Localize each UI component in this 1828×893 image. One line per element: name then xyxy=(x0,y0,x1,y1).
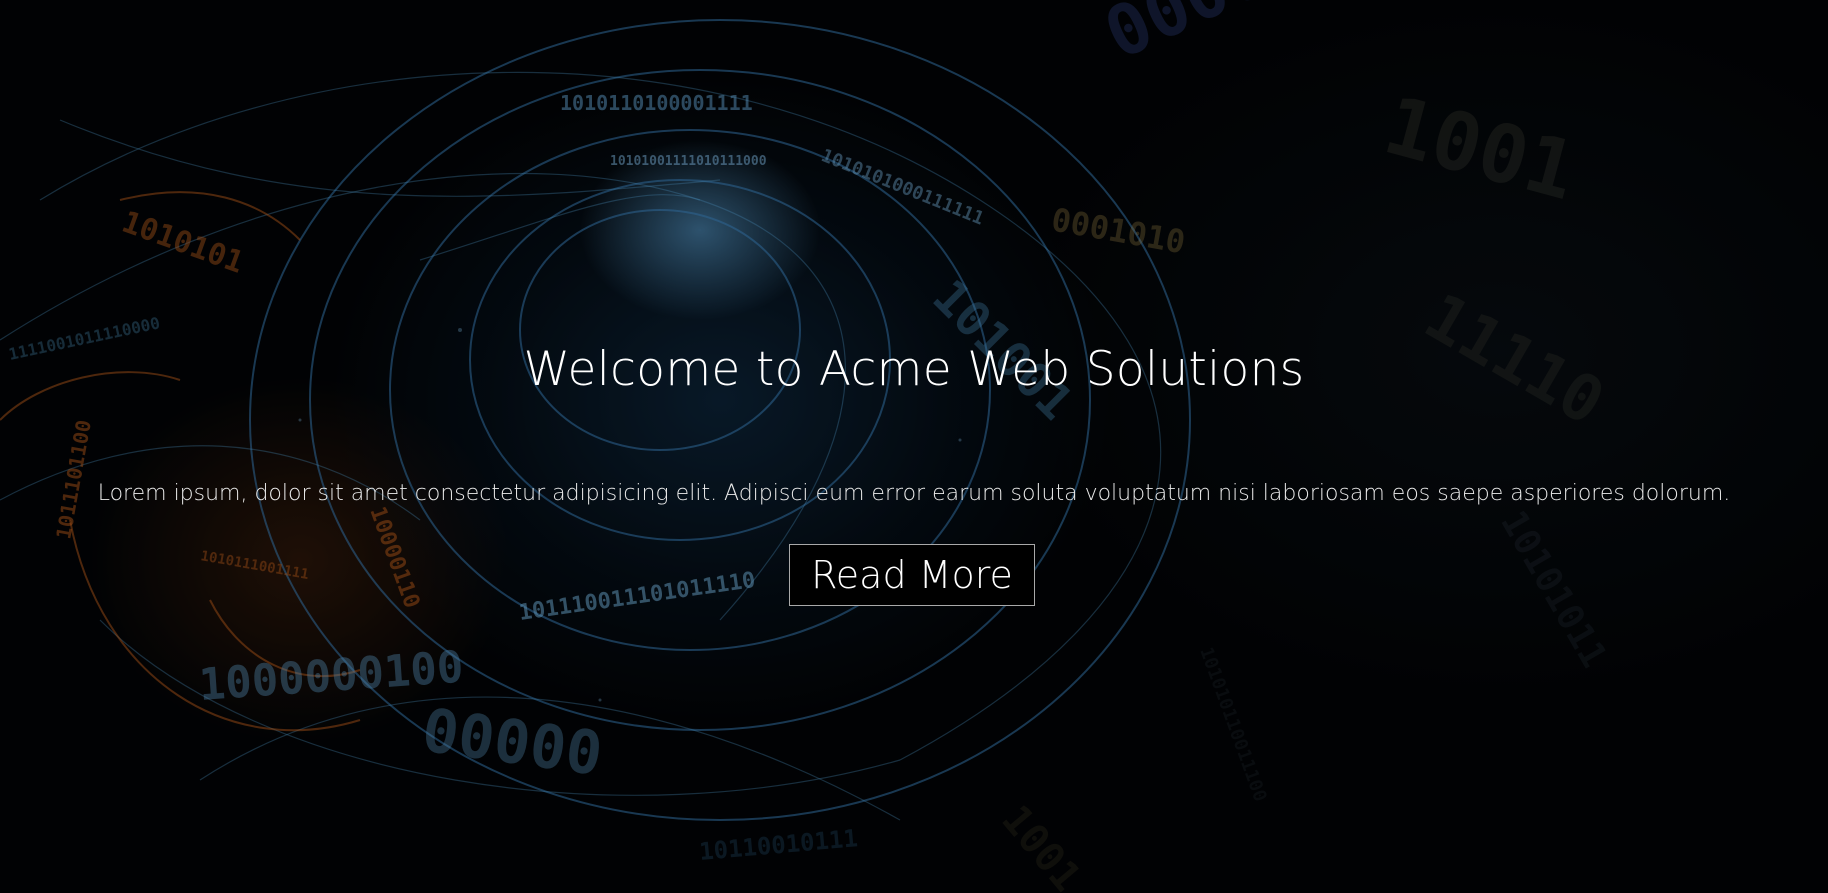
hero-content: Welcome to Acme Web Solutions Lorem ipsu… xyxy=(0,0,1828,893)
hero-lead-text: Lorem ipsum, dolor sit amet consectetur … xyxy=(97,481,1731,506)
read-more-button-label: Read More xyxy=(811,553,1013,597)
hero-title: Welcome to Acme Web Solutions xyxy=(523,342,1305,397)
read-more-button[interactable]: Read More xyxy=(789,544,1035,606)
hero-section: 1010110100001111 10101001111010111000 10… xyxy=(0,0,1828,893)
